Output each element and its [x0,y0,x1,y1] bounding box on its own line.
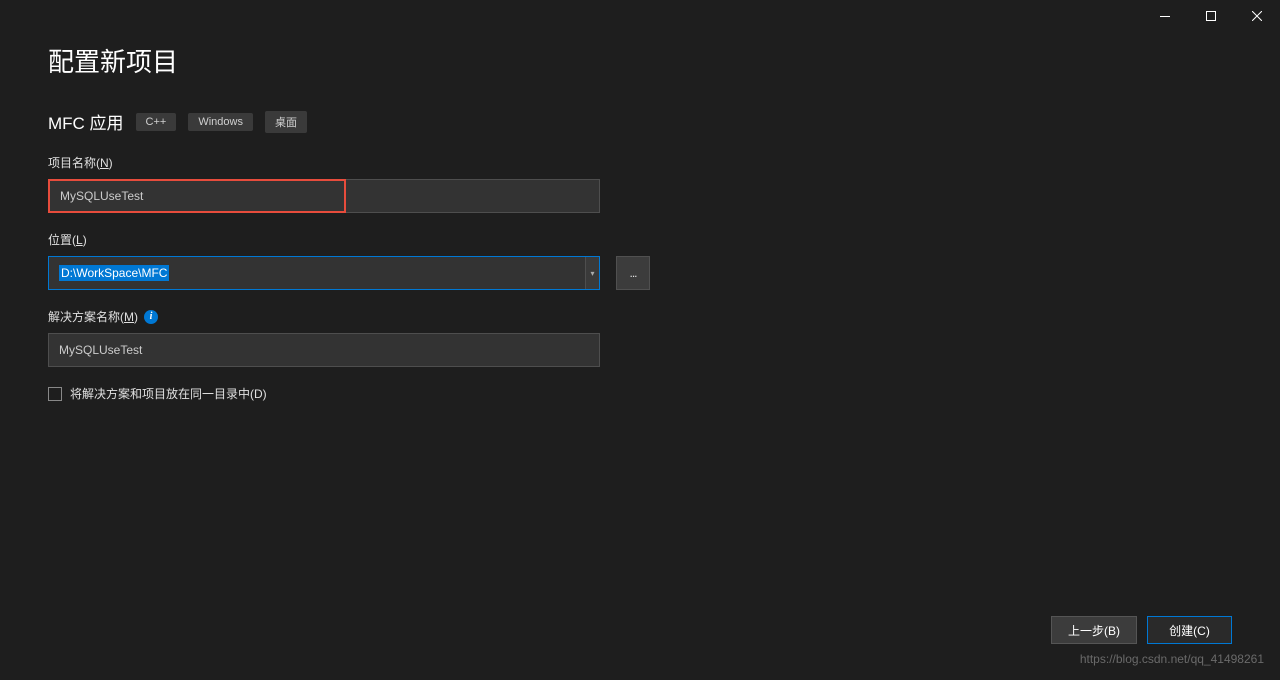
watermark-text: https://blog.csdn.net/qq_41498261 [1080,652,1264,666]
close-button[interactable] [1234,0,1280,32]
tag-cpp: C++ [136,113,177,131]
project-type-label: MFC 应用 [48,109,124,134]
minimize-button[interactable] [1142,0,1188,32]
solution-name-group: 解决方案名称(M) i [48,308,1232,367]
solution-name-label: 解决方案名称(M) i [48,308,1232,325]
same-directory-checkbox[interactable] [48,387,62,401]
maximize-icon [1206,11,1216,21]
location-input[interactable]: D:\WorkSpace\MFC ▾ [48,256,600,290]
maximize-button[interactable] [1188,0,1234,32]
subtitle-row: MFC 应用 C++ Windows 桌面 [48,109,1232,134]
tag-desktop: 桌面 [265,111,307,133]
location-dropdown-button[interactable]: ▾ [585,257,599,289]
tag-windows: Windows [188,113,253,131]
page-title: 配置新项目 [48,42,1232,79]
info-icon[interactable]: i [144,310,158,324]
location-label: 位置(L) [48,231,1232,248]
project-name-group: 项目名称(N) [48,154,1232,213]
footer-buttons: 上一步(B) 创建(C) [1051,616,1232,644]
chevron-down-icon: ▾ [590,269,594,278]
close-icon [1252,11,1262,21]
location-value: D:\WorkSpace\MFC [49,266,585,280]
solution-name-input[interactable] [48,333,600,367]
window-titlebar [1142,0,1280,32]
back-button[interactable]: 上一步(B) [1051,616,1137,644]
minimize-icon [1160,16,1170,17]
project-name-input[interactable] [48,179,346,213]
main-content: 配置新项目 MFC 应用 C++ Windows 桌面 项目名称(N) 位置(L… [0,0,1280,402]
same-directory-option[interactable]: 将解决方案和项目放在同一目录中(D) [48,385,1232,402]
location-group: 位置(L) D:\WorkSpace\MFC ▾ ... [48,231,1232,290]
project-name-label: 项目名称(N) [48,154,1232,171]
browse-button[interactable]: ... [616,256,650,290]
input-extension [346,179,600,213]
create-button[interactable]: 创建(C) [1147,616,1232,644]
same-directory-label: 将解决方案和项目放在同一目录中(D) [70,385,267,402]
